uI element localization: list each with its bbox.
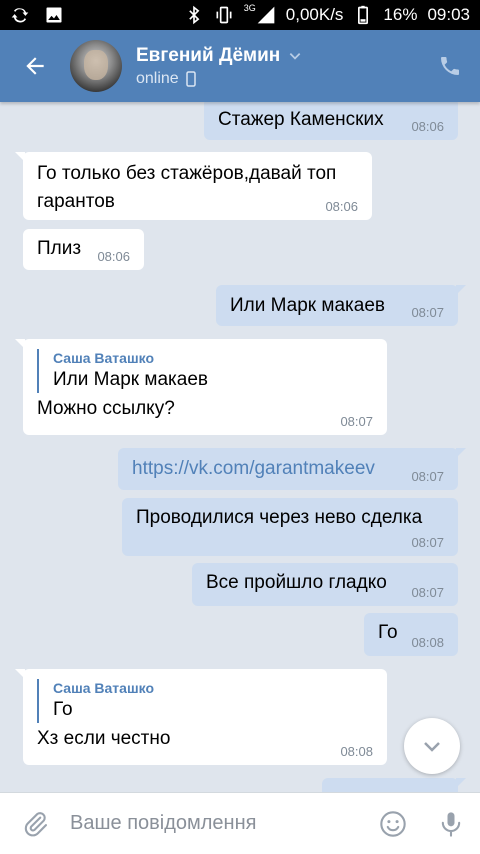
- emoji-button[interactable]: [364, 793, 422, 854]
- vibrate-icon: [216, 6, 232, 24]
- message-outgoing[interactable]: Го 08:08: [364, 613, 458, 656]
- message-time: 08:07: [411, 585, 444, 600]
- paperclip-icon: [24, 811, 48, 836]
- battery-percent: 16%: [383, 5, 418, 24]
- quoted-message[interactable]: Саша Ваташко Или Марк макаев: [37, 349, 373, 393]
- message-input[interactable]: [70, 812, 364, 835]
- message-time: 08:08: [411, 635, 444, 650]
- back-button[interactable]: [0, 30, 70, 102]
- chat-header: Евгений Дёмин online: [0, 30, 480, 102]
- message-outgoing[interactable]: https://vk.com/garantmakeev 08:07: [118, 448, 466, 490]
- message-outgoing-partial[interactable]: [322, 778, 466, 792]
- quoted-message[interactable]: Саша Ваташко Го: [37, 679, 373, 723]
- mobile-icon: [185, 70, 196, 87]
- message-time: 08:06: [325, 199, 358, 214]
- message-incoming[interactable]: Плиз 08:06: [23, 229, 144, 270]
- message-outgoing[interactable]: Или Марк макаев 08:07: [216, 285, 466, 326]
- message-outgoing[interactable]: Стажер Каменских 08:06: [204, 102, 458, 140]
- message-text: Проводилися через нево сделка: [136, 507, 423, 528]
- message-time: 08:06: [411, 119, 444, 134]
- call-button[interactable]: [420, 30, 480, 102]
- attach-button[interactable]: [0, 793, 70, 854]
- network-type: 3G: [243, 3, 256, 13]
- status-bar: 3G 0,00K/s 16% 09:03: [0, 0, 480, 30]
- microphone-icon: [441, 811, 461, 837]
- battery-icon: [358, 5, 369, 25]
- sync-icon: [11, 8, 29, 23]
- message-outgoing[interactable]: Проводилися через нево сделка 08:07: [122, 498, 458, 556]
- message-outgoing[interactable]: Все пройшло гладко 08:07: [192, 563, 458, 606]
- message-time: 08:07: [340, 414, 373, 429]
- arrow-left-icon: [26, 57, 44, 75]
- bluetooth-icon: [188, 5, 200, 25]
- smile-icon: [380, 810, 406, 837]
- chevron-down-icon: [424, 742, 440, 752]
- phone-icon: [441, 57, 459, 75]
- network-speed: 0,00K/s: [285, 5, 344, 24]
- signal-icon: [257, 6, 275, 24]
- quoted-text: Или Марк макаев: [53, 369, 208, 390]
- message-time: 08:07: [411, 535, 444, 550]
- quoted-text: Го: [53, 699, 73, 720]
- chat-title-block[interactable]: Евгений Дёмин online: [136, 45, 302, 88]
- message-text: Можно ссылку?: [37, 398, 175, 419]
- message-text: Хз если честно: [37, 728, 171, 749]
- message-time: 08:08: [340, 744, 373, 759]
- gallery-icon: [46, 7, 62, 23]
- message-incoming[interactable]: Го только без стажёров,давай топ гаранто…: [15, 152, 372, 220]
- message-incoming-reply[interactable]: Саша Ваташко Го Хз если честно 08:08: [15, 669, 387, 765]
- chat-title: Евгений Дёмин: [136, 44, 281, 66]
- scroll-down-button[interactable]: [404, 718, 460, 774]
- message-text: Го только без стажёров,давай топ гаранто…: [37, 163, 337, 212]
- chevron-down-icon: [289, 52, 301, 60]
- quoted-author: Саша Ваташко: [53, 350, 154, 366]
- online-status: online: [136, 69, 179, 87]
- message-time: 08:06: [97, 249, 130, 264]
- clock: 09:03: [427, 5, 470, 24]
- message-time: 08:07: [411, 469, 444, 484]
- message-time: 08:07: [411, 305, 444, 320]
- quoted-author: Саша Ваташко: [53, 680, 154, 696]
- composer: [0, 792, 480, 854]
- message-link[interactable]: https://vk.com/garantmakeev: [118, 448, 458, 489]
- message-list[interactable]: Стажер Каменских 08:06 Го только без ста…: [0, 102, 480, 792]
- message-incoming-reply[interactable]: Саша Ваташко Или Марк макаев Можно ссылк…: [15, 339, 387, 435]
- voice-message-button[interactable]: [422, 793, 480, 854]
- avatar[interactable]: [70, 40, 122, 92]
